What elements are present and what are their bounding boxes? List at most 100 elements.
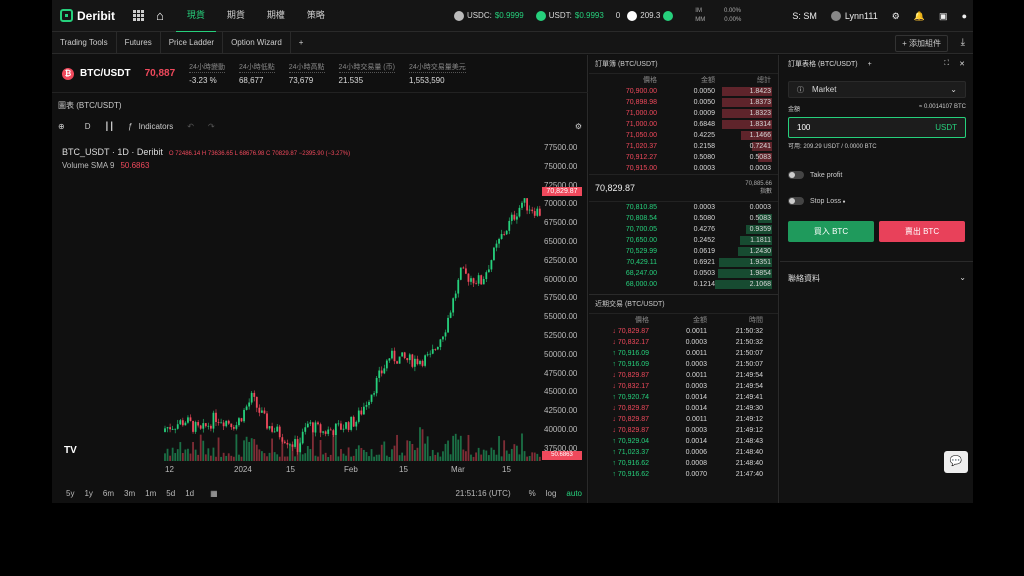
volume-bar xyxy=(222,452,225,461)
apps-grid-icon[interactable] xyxy=(133,10,145,21)
volume-bar xyxy=(187,448,189,461)
buy-button[interactable]: 買入 BTC xyxy=(788,221,874,242)
toggle-switch xyxy=(788,171,804,179)
undo-icon[interactable]: ↶ xyxy=(187,122,194,131)
candle-body xyxy=(187,417,189,423)
candle-body xyxy=(227,420,230,424)
candlestick-chart[interactable] xyxy=(162,165,542,475)
range-1m[interactable]: 1m xyxy=(145,489,156,498)
ask-row[interactable]: 70,915.00 0.0003 0.0003 xyxy=(589,163,778,174)
total-cell: 1.9351 xyxy=(749,259,771,266)
volume-bar xyxy=(210,455,212,461)
ask-row[interactable]: 71,050.00 0.4225 1.1466 xyxy=(589,130,778,141)
chat-support-icon[interactable]: 💬 xyxy=(944,451,968,473)
auto-scale-toggle[interactable]: auto xyxy=(566,489,582,498)
date-range-icon[interactable]: ▦ xyxy=(210,489,218,498)
bid-row[interactable]: 70,429.11 0.6921 1.9351 xyxy=(589,257,778,268)
trade-time: 21:50:32 xyxy=(735,328,763,335)
volume-bar xyxy=(317,456,319,461)
tab-trading-tools[interactable]: Trading Tools xyxy=(52,31,117,54)
trade-price-value: 70,916.09 xyxy=(617,361,649,368)
percent-scale-toggle[interactable]: % xyxy=(529,489,536,498)
user-menu[interactable]: Lynn111 xyxy=(830,11,878,22)
volume-bar xyxy=(253,439,256,461)
volume-bar xyxy=(238,454,240,461)
bid-row[interactable]: 70,700.05 0.4276 0.9359 xyxy=(589,224,778,235)
chart-settings-icon[interactable]: ⚙ xyxy=(575,122,582,131)
balance-indicator[interactable]: 0 209.3 xyxy=(616,10,674,21)
nav-futures[interactable]: 期貨 xyxy=(216,0,256,33)
volume-bar xyxy=(324,452,327,461)
trade-amount: 0.0011 xyxy=(686,350,707,357)
range-3m[interactable]: 3m xyxy=(124,489,135,498)
indicators-button[interactable]: ƒ Indicators xyxy=(128,122,173,131)
volume-bar xyxy=(457,439,460,461)
trade-amount: 0.0006 xyxy=(685,449,707,456)
linked-section[interactable]: 聯絡資料 ⌄ xyxy=(788,273,966,284)
candle-type-icon[interactable]: ┃┃ xyxy=(104,122,114,131)
bid-row[interactable]: 70,529.99 0.0619 1.2430 xyxy=(589,246,778,257)
take-profit-toggle[interactable]: Take profit xyxy=(788,171,842,179)
range-5d[interactable]: 5d xyxy=(166,489,175,498)
wallet-icon[interactable]: ▣ xyxy=(939,11,948,22)
volume-bar xyxy=(278,456,281,461)
ask-row[interactable]: 70,912.27 0.5080 0.5083 xyxy=(589,152,778,163)
sell-button[interactable]: 賣出 BTC xyxy=(879,221,965,242)
usdc-ticker[interactable]: USDC: $0.9999 xyxy=(453,10,524,21)
add-icon[interactable]: + xyxy=(868,61,872,68)
ask-row[interactable]: 70,898.98 0.0050 1.8373 xyxy=(589,97,778,108)
redo-icon[interactable]: ↷ xyxy=(208,122,215,131)
interval-selector[interactable]: D xyxy=(85,122,91,131)
volume-bar xyxy=(383,441,386,461)
candle-body xyxy=(536,208,539,216)
home-icon[interactable]: ⌂ xyxy=(156,8,164,23)
settings-gear-icon[interactable]: ⚙ xyxy=(892,11,900,22)
amount-unit[interactable]: USDT xyxy=(935,123,957,132)
download-icon[interactable]: ⤓ xyxy=(961,37,965,48)
nav-strategy[interactable]: 策略 xyxy=(296,0,336,33)
trade-price-value: 70,829.87 xyxy=(617,405,649,412)
range-6m[interactable]: 6m xyxy=(103,489,114,498)
bid-row[interactable]: 68,000.00 0.1214 2.1068 xyxy=(589,279,778,290)
ask-row[interactable]: 71,000.00 0.0009 1.8323 xyxy=(589,108,778,119)
add-widget-button[interactable]: + 添加組件 xyxy=(895,35,948,52)
ask-row[interactable]: 70,900.00 0.0050 1.8423 xyxy=(589,86,778,97)
time-tick: 15 xyxy=(502,465,511,474)
tab-futures[interactable]: Futures xyxy=(117,31,161,54)
ask-row[interactable]: 71,020.37 0.2158 0.7241 xyxy=(589,141,778,152)
symbol-name[interactable]: BTC/USDT xyxy=(80,68,131,79)
range-1d[interactable]: 1d xyxy=(185,489,194,498)
arrow-down-icon: ↓ xyxy=(612,339,616,346)
add-tab-button[interactable]: + xyxy=(291,32,312,54)
brand-logo[interactable]: Deribit xyxy=(60,9,115,23)
sm-badge[interactable]: S: SM xyxy=(792,11,817,21)
volume-bar xyxy=(401,452,404,461)
usdt-ticker[interactable]: USDT: $0.9993 xyxy=(535,10,604,21)
amount-input[interactable]: 100 USDT xyxy=(788,117,966,138)
stop-loss-toggle[interactable]: Stop Loss ● xyxy=(788,197,846,205)
trade-amount: 0.0008 xyxy=(685,460,707,467)
ask-row[interactable]: 71,000.00 0.6848 1.8314 xyxy=(589,119,778,130)
range-5y[interactable]: 5y xyxy=(66,489,74,498)
log-scale-toggle[interactable]: log xyxy=(546,489,557,498)
account-icon[interactable]: ● xyxy=(962,11,967,21)
tab-price-ladder[interactable]: Price Ladder xyxy=(161,31,224,54)
range-1y[interactable]: 1y xyxy=(84,489,92,498)
trade-row: ↑ 70,916.09 0.0011 21:50:07 xyxy=(589,348,778,359)
bid-row[interactable]: 68,247.00 0.0503 1.9854 xyxy=(589,268,778,279)
notification-bell-icon[interactable]: 🔔 xyxy=(914,11,925,22)
trade-time: 21:49:54 xyxy=(735,372,763,379)
add-symbol-icon[interactable]: ⊕ xyxy=(58,122,65,131)
bid-row[interactable]: 70,810.85 0.0003 0.0003 xyxy=(589,202,778,213)
tab-option-wizard[interactable]: Option Wizard xyxy=(223,31,291,54)
expand-icon[interactable]: ⛶ xyxy=(944,60,949,68)
bid-row[interactable]: 70,650.00 0.2452 1.1811 xyxy=(589,235,778,246)
bid-row[interactable]: 70,808.54 0.5080 0.5083 xyxy=(589,213,778,224)
usdc-price: $0.9999 xyxy=(494,11,524,20)
volume-bar xyxy=(291,444,294,461)
clock-timezone[interactable]: 21:51:16 (UTC) xyxy=(455,489,510,498)
nav-options[interactable]: 期權 xyxy=(256,0,296,33)
nav-spot[interactable]: 現貨 xyxy=(175,0,216,33)
close-icon[interactable]: ✕ xyxy=(959,60,965,68)
order-type-select[interactable]: ⓘ Market ⌄ xyxy=(788,81,966,98)
